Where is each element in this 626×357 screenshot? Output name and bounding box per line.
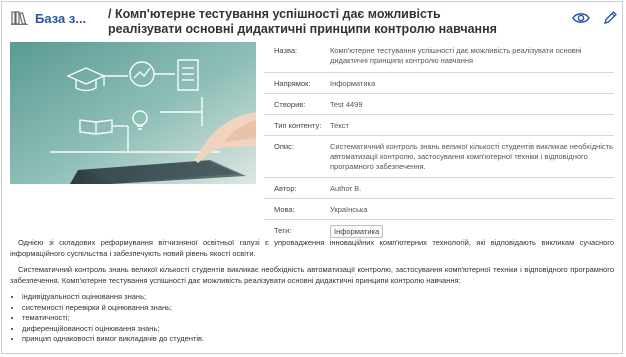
principles-list: індивідуальності оцінювання знань; систе…	[10, 292, 614, 345]
info-value: Author B.	[330, 184, 362, 193]
info-key: Напрямок:	[274, 79, 311, 88]
info-value: Test 4499	[330, 100, 363, 109]
list-item: тематичності;	[22, 313, 614, 324]
info-key: Створив:	[274, 100, 306, 109]
description-paragraph: Однією зі складових реформування вітчизн…	[10, 238, 614, 258]
books-icon	[11, 11, 28, 25]
list-item: принцип однаковості вимог викладачів до …	[22, 334, 614, 345]
info-value: Комп'ютерне тестування успішності дає мо…	[330, 46, 582, 65]
info-row-author: Автор: Author B.	[264, 178, 614, 199]
info-key: Мова:	[274, 205, 295, 214]
list-item: системності перевірки й оцінювання знань…	[22, 303, 614, 314]
list-item: індивідуальності оцінювання знань;	[22, 292, 614, 303]
description-body: Однією зі складових реформування вітчизн…	[10, 238, 614, 345]
info-value: Систематичний контроль знань великої кіл…	[330, 142, 614, 171]
content-image	[10, 42, 256, 184]
info-value: Текст	[330, 121, 349, 130]
info-key: Опис:	[274, 142, 294, 151]
breadcrumb[interactable]: База з...	[35, 11, 86, 26]
header: База з... / Комп'ютерне тестування успіш…	[2, 2, 622, 36]
info-row-name: Назва: Комп'ютерне тестування успішності…	[264, 40, 614, 73]
info-key: Автор:	[274, 184, 297, 193]
description-paragraph: Систематичний контроль знань великої кіл…	[10, 265, 614, 285]
list-item: диференційованості оцінювання знань;	[22, 324, 614, 335]
eye-icon[interactable]	[572, 11, 590, 25]
tag-chip[interactable]: Інформатика	[330, 225, 384, 238]
info-key: Тип контенту:	[274, 121, 322, 130]
page-title: / Комп'ютерне тестування успішності дає …	[108, 7, 497, 36]
content-card: База з... / Комп'ютерне тестування успіш…	[1, 1, 623, 354]
info-row-created: Створив: Test 4499	[264, 94, 614, 115]
pencil-icon[interactable]	[603, 10, 618, 25]
info-row-language: Мова: Українська	[264, 199, 614, 220]
info-row-description: Опис: Систематичний контроль знань велик…	[264, 136, 614, 178]
info-value: Українська	[330, 205, 368, 214]
info-row-direction: Напрямок: Інформатика	[264, 73, 614, 94]
info-value: Інформатика	[330, 79, 376, 88]
info-row-content-type: Тип контенту: Текст	[264, 115, 614, 136]
info-table: Назва: Комп'ютерне тестування успішності…	[264, 40, 614, 242]
info-key: Назва:	[274, 46, 298, 55]
